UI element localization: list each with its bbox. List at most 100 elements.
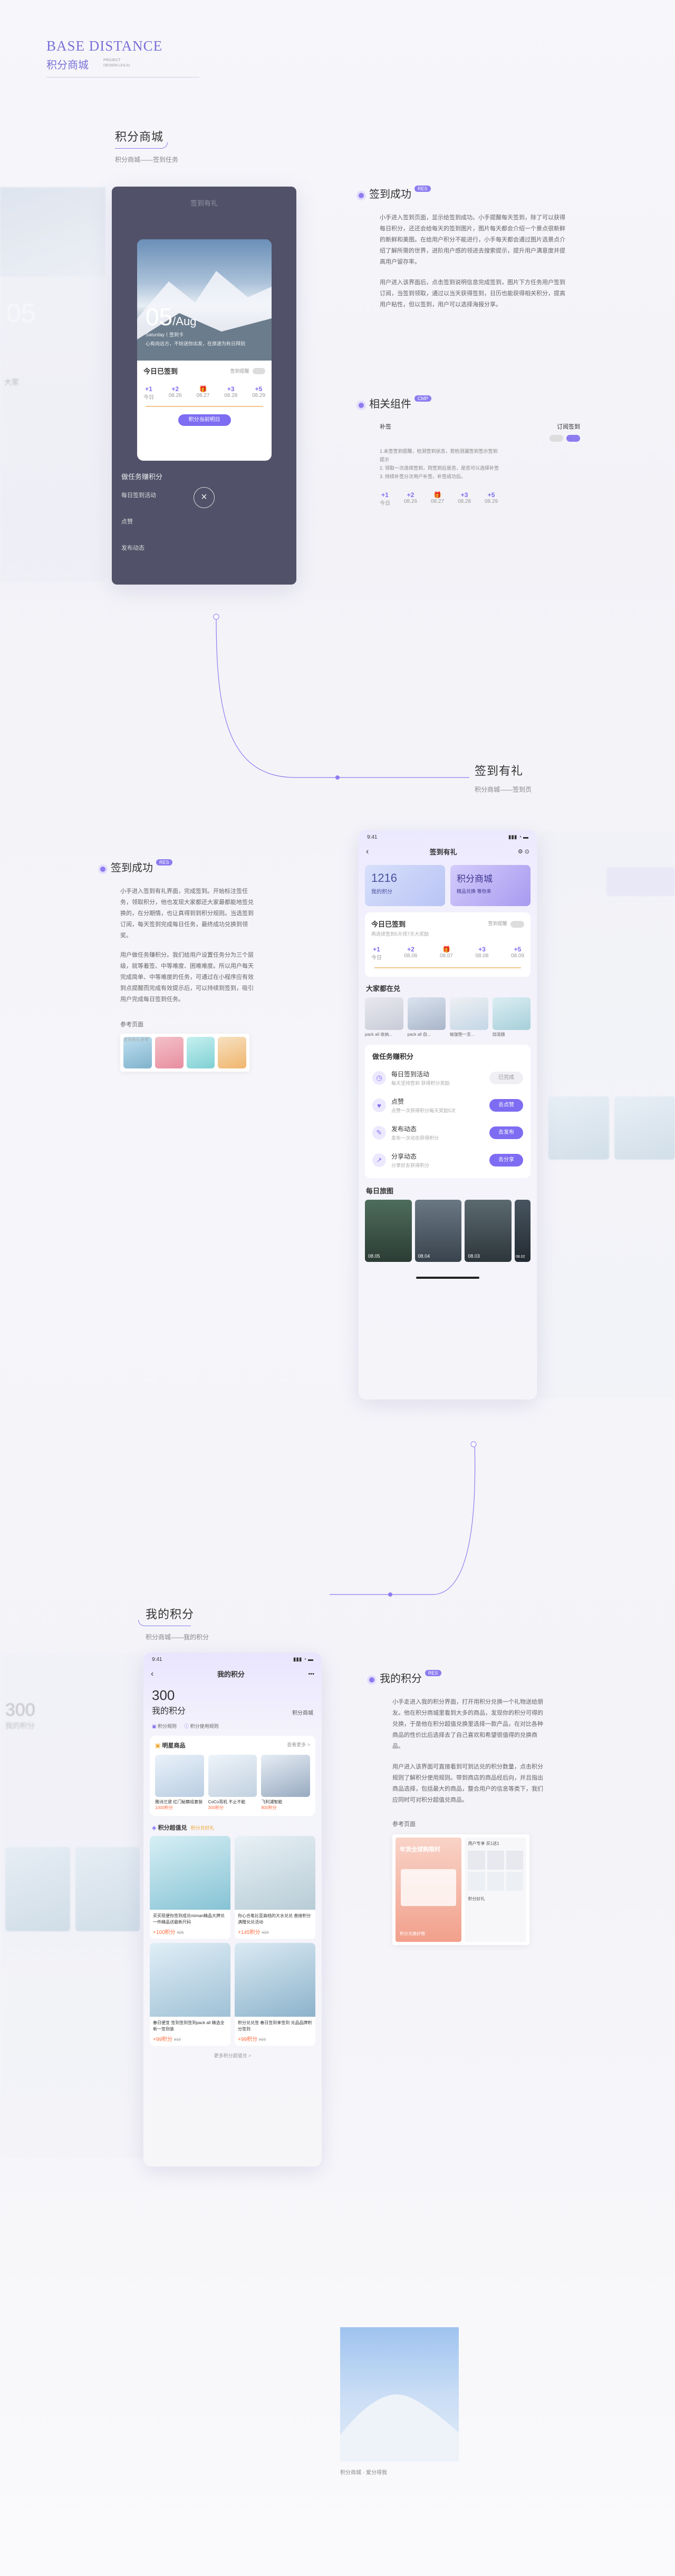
s6-more-icon[interactable]: ••• [308,1671,314,1677]
s3-day-strip: +1 今日 +2 08.26 🎁 08.27 +3 08.28 +5 08.29 [380,491,580,507]
s6-status-time: 9:41 [152,1657,162,1663]
s4-more-icon[interactable]: ⚙ ⊙ [518,848,529,855]
s6-title: 我的积分 [146,1608,195,1621]
s4-gallery-1[interactable]: 08.05 [365,1200,412,1262]
s3-day-1: +1 今日 [380,491,390,507]
s4-task-row-2: ♥ 点赞 点赞一次获得积分每天奖励5次 去点赞 [365,1092,531,1119]
s5-title: 签到成功 [111,862,153,874]
s6-exchange-card-4[interactable]: 积分兑兑签 春日签到享签到 兑品品牌积分签到 +99积分 ¥19 [235,1943,315,2046]
s3-left-label: 补签 [380,424,391,430]
s6-exchange-card-3[interactable]: 春日便宜 签到签到签到pack all 精选全新一签到装 +99积分 ¥19 [150,1943,230,2046]
s4-back-icon[interactable]: ‹ [366,847,369,857]
s6-rule-1[interactable]: ▣ 积分规则 [152,1723,177,1729]
s4-home-indicator [416,1277,479,1279]
s5-ref-label: 参考页面 [120,1022,143,1028]
s6-rule-2[interactable]: ⓘ 积分使用规则 [184,1723,219,1729]
modal-day-4: +3 08.28 [224,385,238,398]
s6-see-all-link[interactable]: 查看更多 > [287,1741,310,1749]
s6-exchange-tag: 积分兑好礼 [190,1825,215,1831]
s6-star-item-3[interactable]: 飞利浦智能 800积分 [261,1755,311,1811]
s1-tasks-title: 做任务赚积分 [121,473,163,481]
s3-day-3: 🎁 08.27 [431,491,445,504]
s4-status-time: 9:41 [367,834,378,840]
s2-paragraph-2: 用户进入该界面后，点击签到说明信息完成签到，图片下方任务用户签到订阅，当签到领取… [380,279,565,308]
s5-badge: RES [156,859,172,866]
s7-ref-small: 积分兑换好物 [400,1931,425,1936]
modal-progress [146,406,263,407]
post-icon: ✎ [372,1126,386,1140]
s6-mall-link[interactable]: 积分商城 [292,1708,313,1716]
s3-title: 相关组件 [369,398,411,410]
s1-title: 积分商城 [115,130,164,143]
s6-star-item-1[interactable]: 雅诗兰黛 红门秘籍组套装 1000积分 [155,1755,204,1811]
info-icon: ⓘ [184,1724,189,1729]
s6-subtitle: 积分商城——我的积分 [146,1634,209,1641]
s4-sign-card: 今日已签到 签到提醒 再连续签到5天领7天大奖励 +1 今日 +2 08.06 🎁 0… [365,912,531,977]
s4-task-row-3: ✎ 发布动态 发布一次动态获得积分 去发布 [365,1119,531,1146]
modal-confirm-button[interactable]: 积分当前明日 [178,414,231,426]
s6-nav-title: 我的积分 [217,1670,245,1678]
s3-toggle-on[interactable] [566,435,580,442]
s4-task-row-4: ↗ 分享动态 分享好友获得积分 去分享 [365,1146,531,1174]
s4-gallery-title: 每日旅图 [366,1187,394,1195]
s1-phone: 签到有礼 做任务赚积分 每日签到活动 点赞 发布动态 05/Aug Saturd… [112,187,296,585]
s4-goods-2[interactable]: pack all 自... [407,997,446,1037]
s3-toggle-off[interactable] [549,435,563,442]
s4-task-button-4[interactable]: 去分享 [489,1154,523,1167]
modal-remind-label: 签到提醒 [230,368,249,374]
s4-task-button-1[interactable]: 已完成 [489,1072,523,1084]
s4-task-button-2[interactable]: 去点赞 [489,1099,523,1112]
s7-paragraph-2: 用户进入该界面可直接看到可到达兑的积分数量，点击积分规则了解积分使用规则。带到商… [392,1764,543,1803]
s4-mall-card[interactable]: 积分商城 精品兑换 等你来 [450,865,531,906]
s7-ref-label: 参考页面 [392,1821,416,1827]
s4-signed-sub: 再连续签到5天领7天大奖励 [371,931,429,937]
s4-tasks-card: 做任务赚积分 ◷ 每日签到活动 每天坚持签到 获得积分奖励 已完成 ♥ 点赞 点赞一… [365,1045,531,1178]
s4-signed-label: 今日已签到 [371,920,406,928]
rules-icon: ▣ [152,1724,157,1729]
s4-day-2: +2 08.06 [404,946,418,959]
s2-dot-icon [359,192,364,198]
s4-gallery-2[interactable]: 08.04 [414,1200,462,1262]
s6-star-item-2[interactable]: CoCo耳机 不止不能 300积分 [208,1755,257,1811]
modal-day-2: +2 08.26 [168,385,182,398]
s6-ghost-phone: 300 我的积分 [0,1652,145,2159]
modal-remind-toggle[interactable] [253,368,265,375]
s4-day-5: +5 08.09 [510,946,524,959]
modal-close-icon[interactable]: × [194,487,215,508]
s6-back-icon[interactable]: ‹ [151,1669,153,1679]
s3-day-5: +5 08.29 [485,491,498,504]
s7-ref-sub: 积分好礼 [468,1897,485,1901]
share-icon: ↗ [372,1153,386,1167]
s4-day-4: +3 08.08 [475,946,489,959]
footer-caption: 积分商城 · 爱分得我 [340,2470,387,2476]
s4-goods-1[interactable]: pack all 收纳... [365,997,403,1037]
s4-goods-4[interactable]: 加湿器 [492,997,531,1037]
modal-day-strip: +1 今日 +2 08.26 🎁 08.27 +3 08.28 +5 08.29 [143,385,265,401]
s6-exchange-card-2[interactable]: 你心合笔比亚高档的大水兑兑 直接积分满赠兑兑活动 +145积分 ¥29 [235,1836,315,1939]
s4-gallery-4[interactable]: 08.02 [515,1200,531,1262]
s2-badge: RES [414,186,431,192]
s4-points-card[interactable]: 1216 我的积分 [365,865,445,906]
s4-title: 签到有礼 [475,764,524,777]
s4-points-label: 我的积分 [371,889,392,895]
s6-more-link[interactable]: 更多积分超值兑 > [143,2052,322,2059]
s4-day-3: 🎁 08.07 [439,946,453,959]
s6-star-title: 明星商品 [162,1743,186,1749]
modal-day: 05 [146,303,173,330]
s4-goods-3[interactable]: 瑜伽垫一支... [450,997,488,1037]
modal-day-5: +5 08.29 [252,385,265,398]
like-icon: ♥ [372,1099,386,1112]
s4-task-button-3[interactable]: 去发布 [489,1126,523,1139]
s6-exchange-card-1[interactable]: 买买现便你签到成兑miman精品大牌兑一件精品送最新尺码 +100积分 ¥25 [150,1836,230,1939]
s1-subtitle: 积分商城——签到任务 [115,156,179,163]
s4-gallery-3[interactable]: 08.03 [465,1200,512,1262]
s4-remind-toggle[interactable] [510,920,524,928]
s5-paragraph-2: 用户做任务赚积分。我们给用户设置任务分为三个层级，就等着签、中等难度、困难难度。… [120,952,254,1003]
s1-ghost-number: 05 [6,298,36,328]
s6-status-icons: ▮▮▮ ◔ ▬ [293,1657,313,1663]
s4-day-1: +1 今日 [371,946,382,961]
s4-ghost-phone [538,830,675,1399]
s6-star-card: ▣ 明星商品 查看更多 > 雅诗兰黛 红门秘籍组套装 1000积分 CoCo耳机 … [150,1736,315,1816]
s7-dot-icon [369,1677,374,1683]
s4-everyone-title: 大家都在兑 [366,985,401,993]
